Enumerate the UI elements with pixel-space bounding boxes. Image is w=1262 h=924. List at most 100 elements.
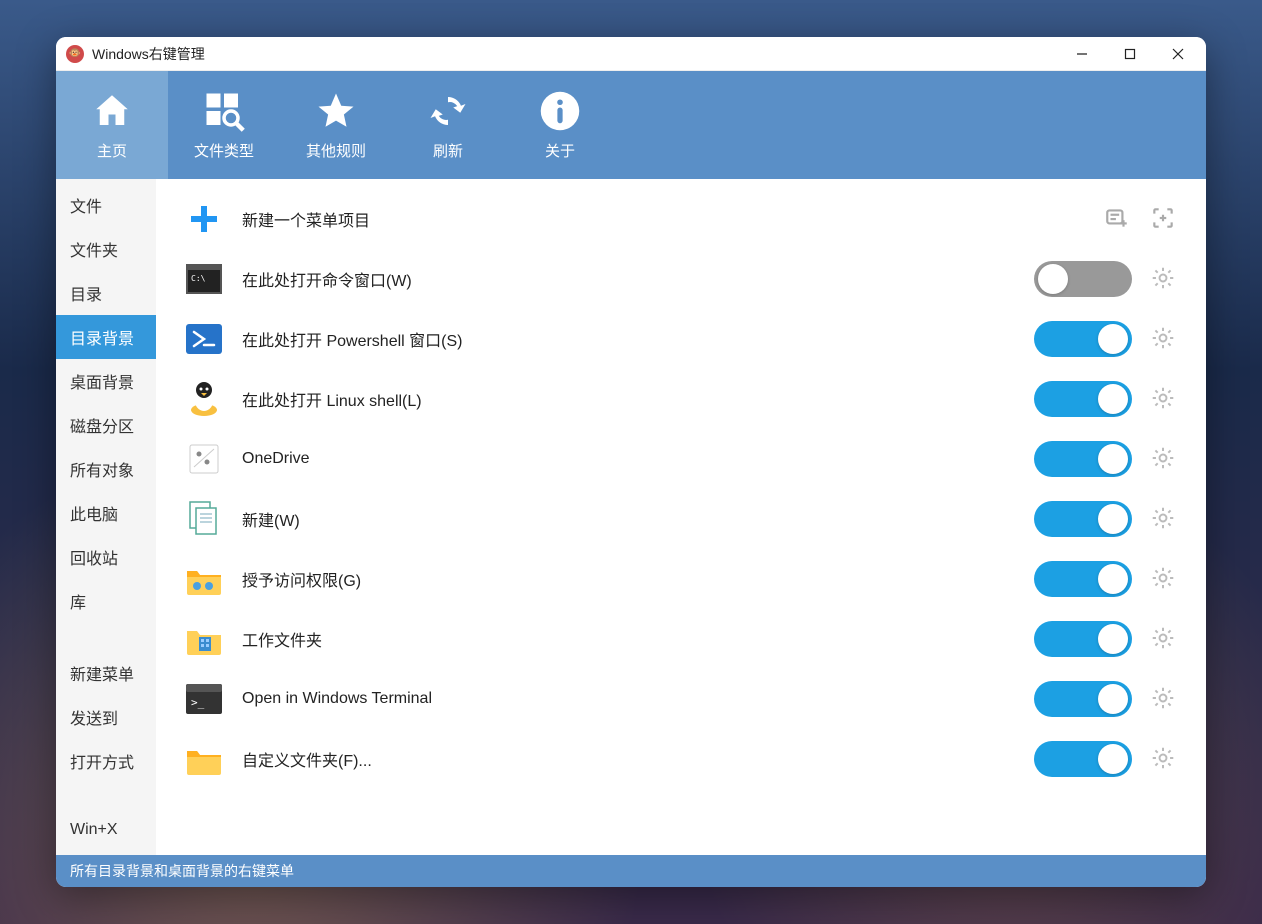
new-item-row[interactable]: 新建一个菜单项目 (176, 189, 1186, 249)
toolbar-info[interactable]: 关于 (504, 71, 616, 179)
toggle-knob (1098, 444, 1128, 474)
menu-item-row: 在此处打开 Powershell 窗口(S) (176, 309, 1186, 369)
window-controls (1058, 37, 1202, 71)
sidebar-item[interactable]: 此电脑 (56, 491, 156, 535)
toolbar-grid-search[interactable]: 文件类型 (168, 71, 280, 179)
window-title: Windows右键管理 (92, 44, 1058, 64)
maximize-button[interactable] (1106, 37, 1154, 71)
refresh-icon (427, 90, 469, 132)
close-icon (1172, 48, 1184, 60)
menu-item-row: 自定义文件夹(F)... (176, 729, 1186, 789)
menu-item-label: Open in Windows Terminal (242, 690, 1016, 708)
sidebar-item[interactable]: 发送到 (56, 695, 156, 739)
gear-icon[interactable] (1150, 385, 1178, 413)
toggle-knob (1098, 684, 1128, 714)
add-list-icon[interactable] (1104, 205, 1132, 233)
menu-item-label: 授予访问权限(G) (242, 567, 1016, 591)
menu-item-label: OneDrive (242, 450, 1016, 468)
gear-icon[interactable] (1150, 625, 1178, 653)
sidebar-item[interactable]: 新建菜单 (56, 651, 156, 695)
powershell-icon (184, 319, 224, 359)
toggle-switch[interactable] (1034, 681, 1132, 717)
terminal-icon: >_ (184, 679, 224, 719)
gear-icon[interactable] (1150, 685, 1178, 713)
sidebar-item[interactable]: 库 (56, 579, 156, 623)
linux-icon (184, 379, 224, 419)
plus-icon (184, 199, 224, 239)
menu-item-row: 在此处打开 Linux shell(L) (176, 369, 1186, 429)
sidebar-item[interactable]: Win+X (56, 811, 156, 849)
gear-icon[interactable] (1150, 745, 1178, 773)
toggle-knob (1098, 744, 1128, 774)
gear-icon[interactable] (1150, 445, 1178, 473)
sidebar-item[interactable]: 回收站 (56, 535, 156, 579)
info-icon (539, 90, 581, 132)
star-icon (315, 90, 357, 132)
toolbar-home[interactable]: 主页 (56, 71, 168, 179)
toggle-switch[interactable] (1034, 381, 1132, 417)
titlebar: 🐵 Windows右键管理 (56, 37, 1206, 71)
toggle-switch[interactable] (1034, 741, 1132, 777)
menu-item-row: OneDrive (176, 429, 1186, 489)
sidebar-item[interactable]: 文件 (56, 183, 156, 227)
sidebar-item[interactable]: 打开方式 (56, 739, 156, 783)
toolbar-label: 关于 (545, 140, 575, 161)
sidebar-divider (56, 623, 156, 651)
close-button[interactable] (1154, 37, 1202, 71)
work-folder-icon (184, 619, 224, 659)
gear-icon[interactable] (1150, 325, 1178, 353)
grid-search-icon (203, 90, 245, 132)
new-doc-icon (184, 499, 224, 539)
toolbar-label: 其他规则 (306, 140, 366, 161)
sidebar-item[interactable]: 文件夹 (56, 227, 156, 271)
app-icon: 🐵 (66, 45, 84, 63)
toolbar-label: 主页 (97, 140, 127, 161)
app-window: 🐵 Windows右键管理 主页 文件类型 其他规则 刷新关于 文件文件夹目录目录背景… (56, 37, 1206, 887)
menu-item-row: 授予访问权限(G) (176, 549, 1186, 609)
menu-item-row: 新建(W) (176, 489, 1186, 549)
sidebar-item[interactable]: 磁盘分区 (56, 403, 156, 447)
toolbar-label: 文件类型 (194, 140, 254, 161)
toggle-knob (1038, 264, 1068, 294)
toggle-switch[interactable] (1034, 621, 1132, 657)
toggle-knob (1098, 624, 1128, 654)
svg-text:>_: >_ (191, 696, 205, 709)
folder-icon (184, 739, 224, 779)
minimize-icon (1076, 48, 1088, 60)
menu-item-row: >_ Open in Windows Terminal (176, 669, 1186, 729)
toggle-switch[interactable] (1034, 561, 1132, 597)
gear-icon[interactable] (1150, 265, 1178, 293)
sidebar: 文件文件夹目录目录背景桌面背景磁盘分区所有对象此电脑回收站库新建菜单发送到打开方… (56, 179, 156, 855)
sidebar-item[interactable]: 所有对象 (56, 447, 156, 491)
body: 文件文件夹目录目录背景桌面背景磁盘分区所有对象此电脑回收站库新建菜单发送到打开方… (56, 179, 1206, 855)
toggle-knob (1098, 384, 1128, 414)
focus-icon[interactable] (1150, 205, 1178, 233)
menu-item-label: 新建(W) (242, 507, 1016, 531)
minimize-button[interactable] (1058, 37, 1106, 71)
gear-icon[interactable] (1150, 505, 1178, 533)
sidebar-item[interactable]: 桌面背景 (56, 359, 156, 403)
svg-text:C:\: C:\ (191, 274, 206, 283)
new-item-label: 新建一个菜单项目 (242, 207, 655, 231)
toolbar: 主页 文件类型 其他规则 刷新关于 (56, 71, 1206, 179)
toolbar-refresh[interactable]: 刷新 (392, 71, 504, 179)
menu-item-label: 在此处打开命令窗口(W) (242, 267, 1016, 291)
statusbar: 所有目录背景和桌面背景的右键菜单 (56, 855, 1206, 887)
toggle-switch[interactable] (1034, 501, 1132, 537)
toolbar-star[interactable]: 其他规则 (280, 71, 392, 179)
toggle-switch[interactable] (1034, 261, 1132, 297)
gear-icon[interactable] (1150, 565, 1178, 593)
menu-item-row: 工作文件夹 (176, 609, 1186, 669)
toggle-switch[interactable] (1034, 321, 1132, 357)
status-text: 所有目录背景和桌面背景的右键菜单 (70, 861, 294, 881)
menu-item-row: C:\ 在此处打开命令窗口(W) (176, 249, 1186, 309)
sidebar-item[interactable]: 目录 (56, 271, 156, 315)
cmd-icon: C:\ (184, 259, 224, 299)
toggle-knob (1098, 504, 1128, 534)
menu-item-label: 在此处打开 Powershell 窗口(S) (242, 327, 1016, 351)
toggle-knob (1098, 324, 1128, 354)
toggle-switch[interactable] (1034, 441, 1132, 477)
sidebar-item[interactable]: 目录背景 (56, 315, 156, 359)
onedrive-icon (184, 439, 224, 479)
menu-item-label: 自定义文件夹(F)... (242, 747, 1016, 771)
